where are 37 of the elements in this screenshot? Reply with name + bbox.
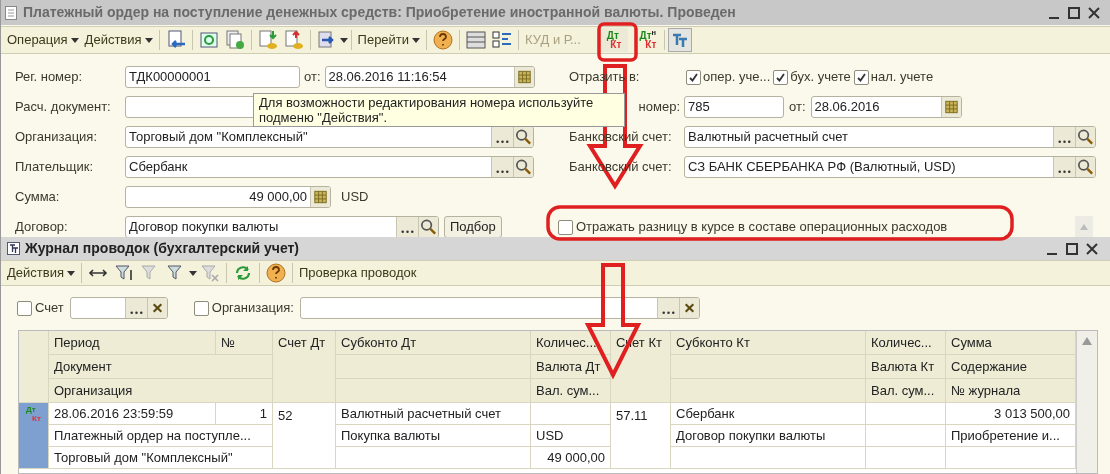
table-cell: Торговый дом "Комплексный" xyxy=(49,447,273,469)
field-label: Договор: xyxy=(15,218,69,237)
table-cell: Платежный ордер на поступле... xyxy=(49,425,273,447)
field-label: Организация: xyxy=(211,299,294,318)
field-label: нал. учете xyxy=(870,68,934,87)
table-cell: Сбербанк xyxy=(671,403,866,425)
field-label: Плательщик: xyxy=(15,158,95,177)
table-cell: 28.06.2016 23:59:59 xyxy=(49,403,216,425)
table-cell: 52 xyxy=(273,403,336,469)
field-label: Расч. документ: xyxy=(15,98,112,117)
field-label: USD xyxy=(341,188,369,207)
table-cell: Валютный расчетный счет xyxy=(336,403,531,425)
window-title: Платежный ордер на поступление денежных средств: Приобретение иностранной валюты. Проведен xyxy=(23,3,737,22)
field-label: Сумма: xyxy=(15,188,61,207)
table-cell: Договор покупки валюты xyxy=(671,425,866,447)
dt-label: Дт$^{н}$ xyxy=(639,31,657,40)
table-cell: 49 000,00 xyxy=(531,447,611,469)
table-cell: Покупка валюты xyxy=(336,425,531,447)
table-cell: USD xyxy=(531,425,611,447)
field-label: опер. уче... xyxy=(703,68,771,87)
dt-label: Дт xyxy=(605,31,619,40)
field-label: Организация: xyxy=(15,128,99,147)
dt-label: Дт xyxy=(26,405,37,414)
field-label: Счет xyxy=(35,299,64,318)
kt-label: Кт xyxy=(31,414,41,423)
tooltip: Для возможности редактирования номера используйте подменю "Действия". xyxy=(253,93,625,127)
field-label: от: xyxy=(789,98,806,117)
kt-label: Кт xyxy=(645,40,657,49)
field-label: от: xyxy=(304,68,321,87)
field-label: Отражать разницу в курсе в составе операционных расходов xyxy=(576,218,948,237)
table-cell: 1 xyxy=(216,403,273,425)
table-cell: 57.11 xyxy=(611,403,671,469)
field-label: номер: xyxy=(638,98,680,117)
field-label: Рег. номер: xyxy=(15,68,84,87)
field-label: бух. учете xyxy=(790,68,851,87)
kt-label: Кт xyxy=(610,40,622,49)
window-title: Журнал проводок (бухгалтерский учет) xyxy=(25,239,301,258)
